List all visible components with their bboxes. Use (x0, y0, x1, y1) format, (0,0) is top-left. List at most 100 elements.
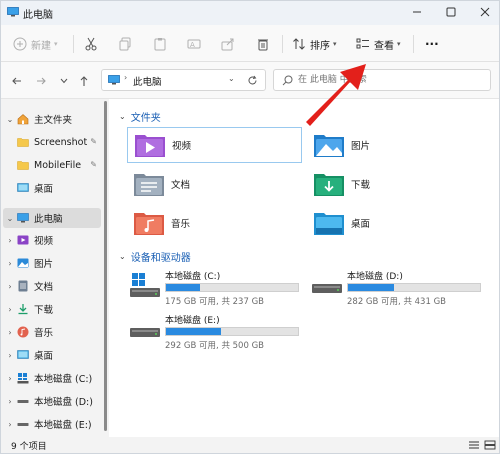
refresh-icon[interactable] (247, 75, 258, 86)
breadcrumb-separator-icon: › (124, 73, 128, 82)
folder-tile-desktop[interactable]: 桌面 (307, 205, 482, 241)
close-button[interactable] (473, 3, 497, 21)
sidebar-item-desktop-pinned[interactable]: 桌面 (3, 178, 101, 198)
drive-tile-c[interactable]: 本地磁盘 (C:) 175 GB 可用, 共 237 GB (129, 269, 309, 309)
chevron-down-icon[interactable]: ⌄ (3, 214, 17, 223)
sidebar-item-videos[interactable]: › 视频 (3, 230, 101, 250)
chevron-down-icon[interactable]: ⌄ (119, 252, 126, 261)
documents-folder-icon (134, 174, 164, 196)
folder-icon (17, 161, 29, 170)
folder-tile-videos[interactable]: 视频 (127, 127, 302, 163)
drive-icon (17, 423, 29, 426)
pc-icon (17, 213, 29, 223)
chevron-right-icon[interactable]: › (3, 305, 17, 314)
navigation-pane: ⌄ 主文件夹 Screenshot ✎ MobileFile ✎ 桌面 ⌄ 此电… (1, 99, 104, 437)
sidebar-item-label: 下载 (34, 305, 54, 316)
sidebar-item-mobilefile[interactable]: MobileFile ✎ (3, 155, 101, 175)
folder-tile-music[interactable]: 音乐 (127, 205, 302, 241)
cut-button[interactable] (84, 34, 98, 54)
share-button[interactable] (221, 34, 235, 54)
chevron-right-icon[interactable]: › (3, 351, 17, 360)
item-count: 9 个项目 (11, 442, 47, 452)
up-button[interactable] (75, 72, 93, 90)
folders-section-header[interactable]: ⌄ 文件夹 (119, 109, 161, 124)
sidebar-item-drive-c[interactable]: › 本地磁盘 (C:) (3, 368, 101, 388)
folder-name: 图片 (351, 141, 371, 152)
paste-button[interactable] (153, 34, 167, 54)
copy-icon (119, 37, 131, 51)
divider (73, 35, 74, 53)
chevron-right-icon[interactable]: › (3, 282, 17, 291)
new-button[interactable]: 新建 ▾ (13, 34, 58, 54)
sidebar-item-music[interactable]: › 音乐 (3, 322, 101, 342)
recent-locations-button[interactable] (55, 72, 73, 90)
svg-text:A: A (190, 41, 195, 49)
chevron-right-icon[interactable]: › (3, 420, 17, 429)
address-bar[interactable]: › 此电脑 ⌄ (101, 69, 266, 91)
chevron-down-icon[interactable]: ⌄ (119, 112, 126, 121)
chevron-down-icon[interactable]: ⌄ (3, 115, 17, 124)
chevron-right-icon[interactable]: › (3, 374, 17, 383)
chevron-down-icon: ▾ (333, 40, 337, 48)
sidebar-item-documents[interactable]: › 文档 (3, 276, 101, 296)
sidebar-item-label: 文档 (34, 282, 54, 293)
section-title: 设备和驱动器 (130, 253, 191, 264)
sidebar-item-label: 音乐 (34, 328, 54, 339)
delete-button[interactable] (256, 34, 270, 54)
sidebar-item-label: 桌面 (34, 351, 54, 362)
section-title: 文件夹 (130, 113, 161, 124)
title-bar: 此电脑 (1, 1, 499, 25)
search-input[interactable] (298, 72, 483, 88)
sort-button[interactable]: 排序 ▾ (292, 34, 337, 54)
forward-button[interactable] (32, 72, 50, 90)
chevron-right-icon[interactable]: › (3, 328, 17, 337)
sidebar-item-downloads[interactable]: › 下载 (3, 299, 101, 319)
drive-icon (312, 284, 342, 293)
sidebar-item-pictures[interactable]: › 图片 (3, 253, 101, 273)
divider (413, 35, 414, 53)
drives-section-header[interactable]: ⌄ 设备和驱动器 (119, 249, 191, 264)
chevron-right-icon[interactable]: › (3, 236, 17, 245)
copy-button[interactable] (118, 34, 132, 54)
folder-name: 音乐 (171, 219, 191, 230)
tiles-view-icon (484, 440, 496, 450)
sidebar-item-screenshot[interactable]: Screenshot ✎ (3, 132, 101, 152)
sidebar-item-this-pc[interactable]: ⌄ 此电脑 (3, 208, 101, 228)
more-button[interactable]: ··· (425, 34, 439, 54)
rename-button[interactable]: A (187, 34, 201, 54)
back-button[interactable] (8, 72, 26, 90)
pc-icon (108, 75, 120, 85)
sidebar-item-drive-e[interactable]: › 本地磁盘 (E:) (3, 414, 101, 434)
folder-tile-pictures[interactable]: 图片 (307, 127, 482, 163)
address-row: › 此电脑 ⌄ (1, 62, 499, 99)
tiles-view-button[interactable] (483, 439, 497, 451)
scrollbar-thumb[interactable] (104, 101, 107, 431)
maximize-button[interactable] (439, 3, 463, 21)
arrow-left-icon (12, 77, 21, 85)
sidebar-scrollbar[interactable] (104, 101, 108, 431)
pin-icon: ✎ (90, 160, 97, 169)
arrow-right-icon (37, 77, 46, 85)
pictures-icon (17, 258, 29, 268)
view-list-icon (356, 38, 369, 49)
view-button[interactable]: 查看 ▾ (356, 34, 401, 54)
folder-tile-documents[interactable]: 文档 (127, 166, 302, 202)
divider (282, 35, 283, 53)
view-label: 查看 (374, 40, 394, 52)
chevron-right-icon[interactable]: › (3, 397, 17, 406)
chevron-right-icon[interactable]: › (3, 259, 17, 268)
sidebar-item-label: 本地磁盘 (D:) (34, 397, 93, 408)
sidebar-item-label: 主文件夹 (34, 115, 73, 126)
drive-tile-e[interactable]: 本地磁盘 (E:) 292 GB 可用, 共 500 GB (129, 313, 309, 353)
folder-tile-downloads[interactable]: 下载 (307, 166, 482, 202)
drive-tile-d[interactable]: 本地磁盘 (D:) 282 GB 可用, 共 431 GB (311, 269, 491, 309)
minimize-icon (413, 11, 421, 13)
details-view-button[interactable] (467, 439, 481, 451)
sidebar-item-drive-d[interactable]: › 本地磁盘 (D:) (3, 391, 101, 411)
address-dropdown-icon[interactable]: ⌄ (228, 74, 235, 83)
search-box[interactable] (273, 69, 491, 91)
minimize-button[interactable] (405, 3, 429, 21)
sidebar-item-desktop[interactable]: › 桌面 (3, 345, 101, 365)
sidebar-item-home[interactable]: ⌄ 主文件夹 (3, 109, 101, 129)
breadcrumb-current[interactable]: 此电脑 (133, 74, 162, 88)
